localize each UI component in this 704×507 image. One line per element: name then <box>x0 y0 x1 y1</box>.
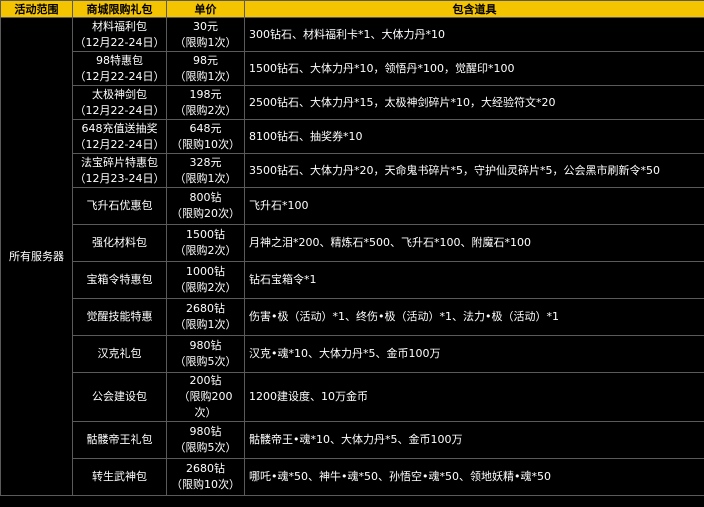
price-cell: 980钻 （限购5次） <box>166 335 245 373</box>
contents-cell: 月神之泪*200、精炼石*500、飞升石*100、附魔石*100 <box>244 224 704 262</box>
table-row: 汉克礼包 980钻 （限购5次） 汉克•魂*10、大体力丹*5、金币100万 <box>1 335 704 373</box>
header-price: 单价 <box>166 0 245 18</box>
price-cell: 328元 （限购1次） <box>166 153 245 188</box>
header-pack: 商城限购礼包 <box>72 0 167 18</box>
table-row: 宝箱令特惠包 1000钻 （限购2次） 钻石宝箱令*1 <box>1 261 704 299</box>
pack-name-cell: 648充值送抽奖 （12月22-24日） <box>72 119 167 154</box>
table-row: 飞升石优惠包 800钻 （限购20次） 飞升石*100 <box>1 187 704 225</box>
table-row: 骷髅帝王礼包 980钻 （限购5次） 骷髅帝王•魂*10、大体力丹*5、金币100… <box>1 421 704 459</box>
price-cell: 200钻 （限购200 次） <box>166 372 245 422</box>
scope-cell: 所有服务器 <box>0 17 73 496</box>
pack-name-cell: 觉醒技能特惠 <box>72 298 167 336</box>
table-row: 转生武神包 2680钻 （限购10次） 哪吒•魂*50、神牛•魂*50、孙悟空•魂… <box>1 458 704 496</box>
contents-cell: 飞升石*100 <box>244 187 704 225</box>
table-row: 太极神剑包 （12月22-24日） 198元 （限购2次） 2500钻石、大体力丹*… <box>1 85 704 120</box>
pack-name-cell: 汉克礼包 <box>72 335 167 373</box>
contents-cell: 伤害•极（活动）*1、终伤•极（活动）*1、法力•极（活动）*1 <box>244 298 704 336</box>
price-cell: 980钻 （限购5次） <box>166 421 245 459</box>
price-cell: 2680钻 （限购1次） <box>166 298 245 336</box>
gift-pack-table: 活动范围 商城限购礼包 单价 包含道具 所有服务器 材料福利包 （12月22-24… <box>0 0 704 496</box>
price-cell: 800钻 （限购20次） <box>166 187 245 225</box>
contents-cell: 骷髅帝王•魂*10、大体力丹*5、金币100万 <box>244 421 704 459</box>
price-cell: 98元 （限购1次） <box>166 51 245 86</box>
table-row: 觉醒技能特惠 2680钻 （限购1次） 伤害•极（活动）*1、终伤•极（活动）*1… <box>1 298 704 336</box>
contents-cell: 哪吒•魂*50、神牛•魂*50、孙悟空•魂*50、领地妖精•魂*50 <box>244 458 704 496</box>
pack-name-cell: 98特惠包 （12月22-24日） <box>72 51 167 86</box>
price-cell: 1000钻 （限购2次） <box>166 261 245 299</box>
price-cell: 648元 （限购10次） <box>166 119 245 154</box>
price-cell: 1500钻 （限购2次） <box>166 224 245 262</box>
contents-cell: 1500钻石、大体力丹*10，领悟丹*100，觉醒印*100 <box>244 51 704 86</box>
table-row: 法宝碎片特惠包 （12月23-24日） 328元 （限购1次） 3500钻石、大体力… <box>1 153 704 188</box>
contents-cell: 1200建设度、10万金币 <box>244 372 704 422</box>
contents-cell: 汉克•魂*10、大体力丹*5、金币100万 <box>244 335 704 373</box>
pack-name-cell: 公会建设包 <box>72 372 167 422</box>
table-row: 648充值送抽奖 （12月22-24日） 648元 （限购10次） 8100钻石、抽… <box>1 119 704 154</box>
pack-name-cell: 法宝碎片特惠包 （12月23-24日） <box>72 153 167 188</box>
price-cell: 2680钻 （限购10次） <box>166 458 245 496</box>
table-row: 98特惠包 （12月22-24日） 98元 （限购1次） 1500钻石、大体力丹*1… <box>1 51 704 86</box>
table-row: 强化材料包 1500钻 （限购2次） 月神之泪*200、精炼石*500、飞升石*1… <box>1 224 704 262</box>
contents-cell: 钻石宝箱令*1 <box>244 261 704 299</box>
contents-cell: 3500钻石、大体力丹*20，天命鬼书碎片*5，守护仙灵碎片*5，公会黑市刷新令… <box>244 153 704 188</box>
header-scope: 活动范围 <box>0 0 73 18</box>
contents-cell: 300钻石、材料福利卡*1、大体力丹*10 <box>244 17 704 52</box>
price-cell: 30元 （限购1次） <box>166 17 245 52</box>
contents-cell: 2500钻石、大体力丹*15，太极神剑碎片*10，大经验符文*20 <box>244 85 704 120</box>
header-contents: 包含道具 <box>244 0 704 18</box>
pack-name-cell: 宝箱令特惠包 <box>72 261 167 299</box>
pack-name-cell: 太极神剑包 （12月22-24日） <box>72 85 167 120</box>
table-row: 所有服务器 材料福利包 （12月22-24日） 30元 （限购1次） 300钻石、材… <box>0 17 704 496</box>
pack-name-cell: 转生武神包 <box>72 458 167 496</box>
pack-name-cell: 骷髅帝王礼包 <box>72 421 167 459</box>
table-row: 公会建设包 200钻 （限购200 次） 1200建设度、10万金币 <box>1 372 704 422</box>
pack-name-cell: 飞升石优惠包 <box>72 187 167 225</box>
header-row: 活动范围 商城限购礼包 单价 包含道具 <box>0 0 704 18</box>
pack-name-cell: 材料福利包 （12月22-24日） <box>72 17 167 52</box>
pack-name-cell: 强化材料包 <box>72 224 167 262</box>
contents-cell: 8100钻石、抽奖券*10 <box>244 119 704 154</box>
price-cell: 198元 （限购2次） <box>166 85 245 120</box>
